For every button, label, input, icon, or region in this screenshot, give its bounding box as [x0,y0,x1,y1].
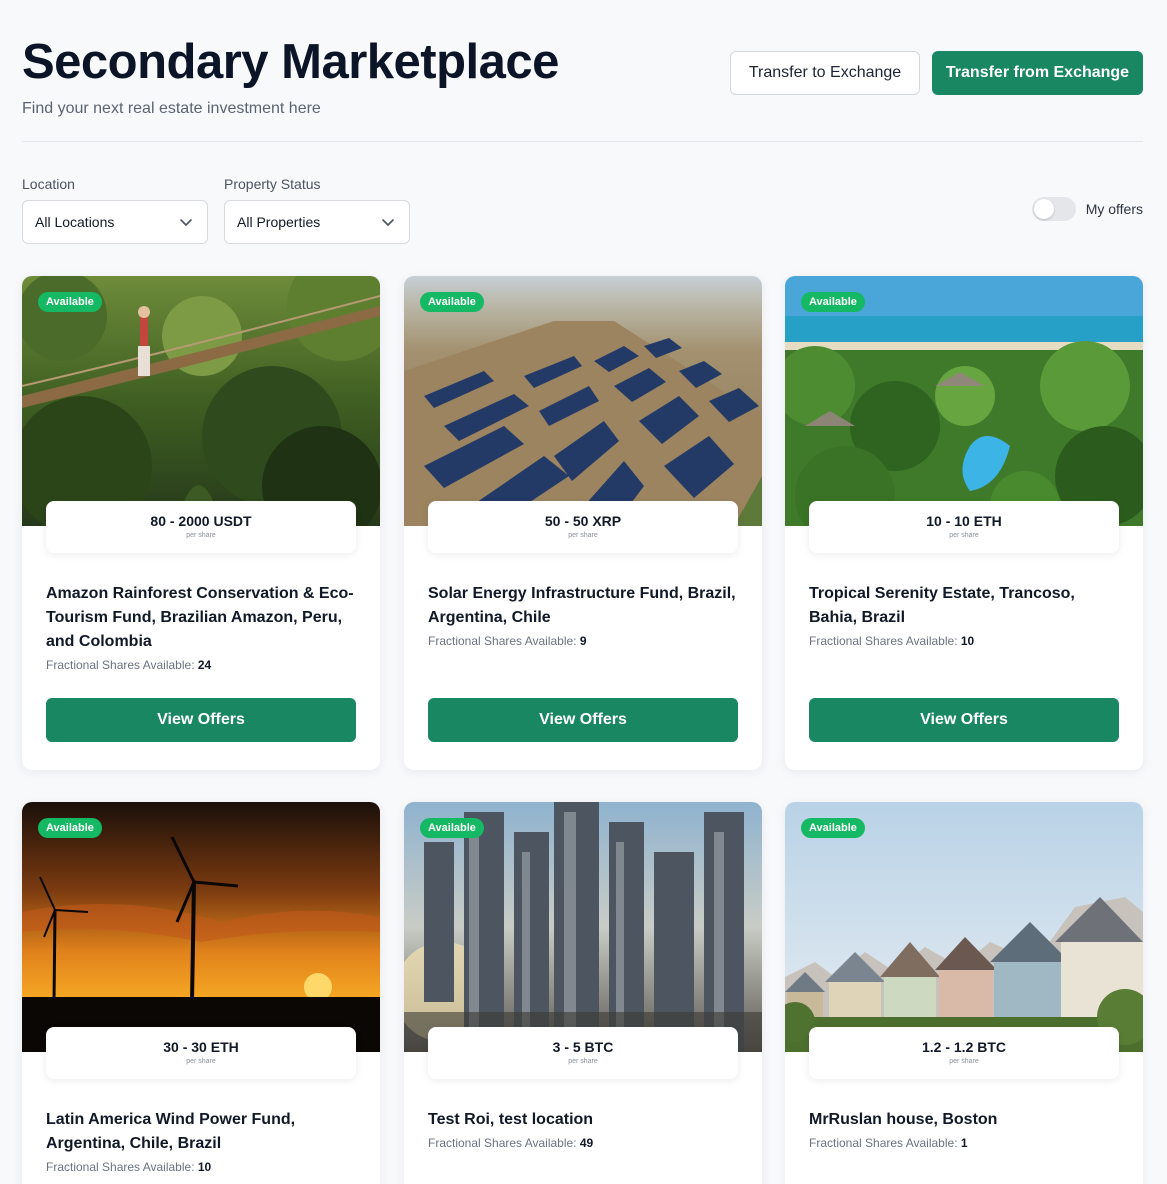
per-share-label: per share [568,532,598,539]
page-header: Secondary Marketplace Find your next rea… [22,0,1143,142]
location-select-value: All Locations [35,214,115,230]
property-image-city[interactable]: Available [404,802,762,1052]
price-range: 50 - 50 XRP [544,513,622,529]
toggle-knob [1033,199,1054,219]
shares-label: Fractional Shares Available: [809,1136,958,1150]
shares-label: Fractional Shares Available: [428,1136,577,1150]
property-image-victorian[interactable]: Available [785,802,1143,1052]
property-title: Amazon Rainforest Conservation & Eco-Tou… [46,585,354,650]
shares-label: Fractional Shares Available: [46,658,195,672]
shares-available: Fractional Shares Available: 24 [46,658,356,672]
property-card: Available 80 - 2000 USDT per share Amazo… [22,276,380,770]
price-range: 1.2 - 1.2 BTC [921,1039,1007,1055]
view-offers-button[interactable]: View Offers [46,698,356,742]
chevron-down-icon [382,219,394,226]
page: Secondary Marketplace Find your next rea… [22,0,1143,1184]
shares-available: Fractional Shares Available: 49 [428,1136,738,1150]
property-status-select[interactable]: All Properties [224,200,410,244]
per-share-label: per share [568,1058,598,1065]
price-box: 80 - 2000 USDT per share [46,501,356,553]
chevron-down-icon [180,219,192,226]
per-share-label: per share [949,1058,979,1065]
price-box: 30 - 30 ETH per share [46,1027,356,1079]
shares-label: Fractional Shares Available: [428,634,577,648]
status-badge: Available [801,292,865,312]
shares-available: Fractional Shares Available: 1 [809,1136,1119,1150]
price-box: 10 - 10 ETH per share [809,501,1119,553]
property-title: Test Roi, test location [428,1111,594,1128]
per-share-label: per share [949,532,979,539]
status-badge: Available [801,818,865,838]
price-range: 10 - 10 ETH [926,513,1002,529]
property-title: Tropical Serenity Estate, Trancoso, Bahi… [809,585,1075,626]
property-title: Latin America Wind Power Fund, Argentina… [46,1111,296,1152]
status-badge: Available [420,292,484,312]
status-badge: Available [38,292,102,312]
property-status-select-value: All Properties [237,214,321,230]
transfer-to-exchange-button[interactable]: Transfer to Exchange [730,51,920,95]
shares-count: 24 [197,658,212,672]
property-card: Available 10 - 10 ETH per share Tropical… [785,276,1143,770]
status-badge: Available [38,818,102,838]
my-offers-label: My offers [1085,201,1143,217]
shares-available: Fractional Shares Available: 9 [428,634,738,648]
shares-count: 9 [579,634,587,648]
per-share-label: per share [186,1058,216,1065]
property-card: Available 30 - 30 ETH per share Latin Am… [22,802,380,1184]
shares-available: Fractional Shares Available: 10 [809,634,1119,648]
property-title: MrRuslan house, Boston [809,1111,998,1128]
price-box: 3 - 5 BTC per share [428,1027,738,1079]
price-box: 50 - 50 XRP per share [428,501,738,553]
page-subtitle: Find your next real estate investment he… [22,100,321,117]
property-title: Solar Energy Infrastructure Fund, Brazil… [428,585,736,626]
shares-count: 10 [960,634,975,648]
view-offers-button[interactable]: View Offers [809,698,1119,742]
location-select[interactable]: All Locations [22,200,208,244]
price-box: 1.2 - 1.2 BTC per share [809,1027,1119,1079]
price-range: 3 - 5 BTC [552,1039,614,1055]
my-offers-toggle-group: My offers [1031,197,1143,221]
page-title: Secondary Marketplace [22,35,559,89]
per-share-label: per share [186,532,216,539]
price-range: 80 - 2000 USDT [150,513,252,529]
shares-count: 10 [197,1160,212,1174]
shares-label: Fractional Shares Available: [809,634,958,648]
shares-count: 1 [960,1136,968,1150]
status-filter-label: Property Status [224,176,321,192]
property-image-solar[interactable]: Available [404,276,762,526]
view-offers-button[interactable]: View Offers [428,698,738,742]
transfer-from-exchange-button[interactable]: Transfer from Exchange [932,51,1143,95]
property-card: Available 3 - 5 BTC per share Test Roi, … [404,802,762,1184]
property-image-rainforest[interactable]: Available [22,276,380,526]
shares-available: Fractional Shares Available: 10 [46,1160,356,1174]
property-image-wind[interactable]: Available [22,802,380,1052]
property-card: Available 50 - 50 XRP per share Solar En… [404,276,762,770]
shares-count: 49 [579,1136,594,1150]
price-range: 30 - 30 ETH [163,1039,239,1055]
location-filter-label: Location [22,176,75,192]
property-image-tropical[interactable]: Available [785,276,1143,526]
shares-label: Fractional Shares Available: [46,1160,195,1174]
property-card: Available 1.2 - 1.2 BTC per share MrRusl… [785,802,1143,1184]
status-badge: Available [420,818,484,838]
my-offers-toggle[interactable] [1031,197,1076,221]
